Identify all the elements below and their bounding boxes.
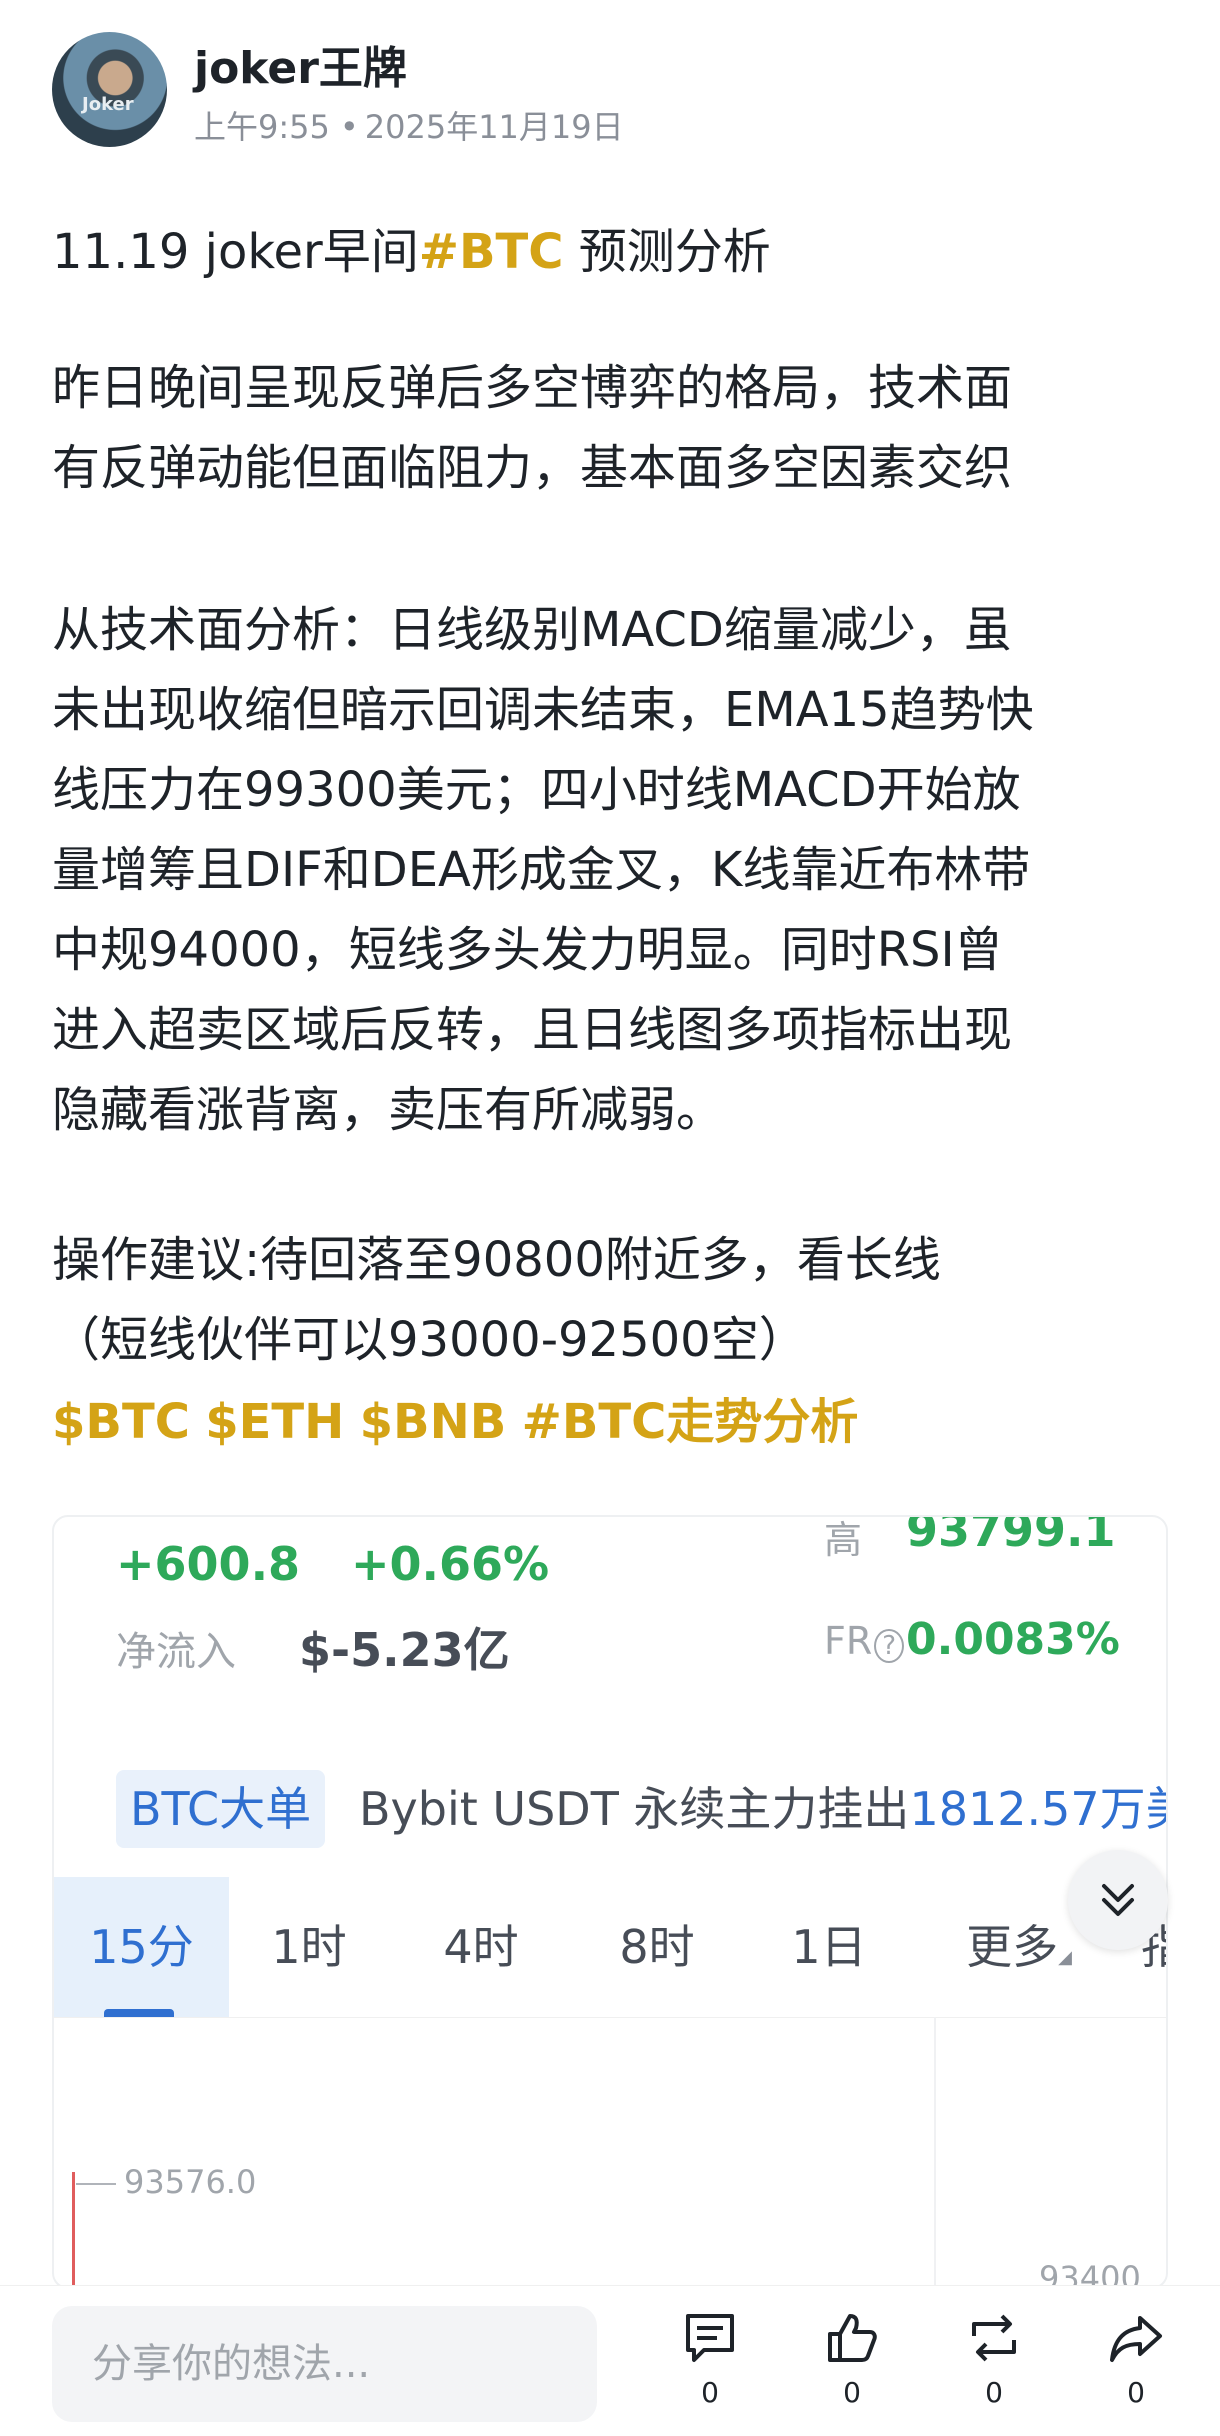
avatar-text: Joker [82,94,134,115]
high-label: 高 [824,1518,863,1562]
collapse-button[interactable] [1068,1850,1168,1950]
meta-separator: • [339,108,359,146]
price-change-percent: +0.66% [351,1537,550,1591]
share-button[interactable]: 0 [1096,2310,1176,2409]
timeframe-tabs: 15分 1时 4时 8时 1日 更多◢ 指 [54,1877,1166,2018]
fr-value: 0.0083% [906,1614,1120,1665]
candle-wick [72,2172,75,2287]
cashtag-eth[interactable]: $ETH [205,1394,344,1450]
comment-input[interactable]: 分享你的想法... [52,2306,597,2422]
text-line: 昨日晚间呈现反弹后多空博弈的格局，技术面 [52,360,1013,416]
title-suffix: 预测分析 [563,224,771,280]
text-line: 隐藏看涨背离，卖压有所减弱。 [52,1082,725,1138]
like-count: 0 [843,2376,861,2409]
big-order-text: Bybit USDT 永续主力挂出1812.57万美 [359,1782,1168,1836]
comment-icon [686,2314,734,2362]
title-prefix: 11.19 joker早间 [52,224,419,280]
chart-vertical-divider [934,2017,936,2287]
like-button[interactable]: 0 [812,2310,892,2409]
repost-count: 0 [985,2376,1003,2409]
bottom-action-bar: 分享你的想法... 0 0 0 0 [0,2285,1220,2436]
price-high-label: 93576.0 [124,2163,257,2201]
high-value: 93799.1 [906,1515,1116,1557]
active-tab-indicator [104,2009,174,2017]
post-date: 2025年11月19日 [364,108,624,146]
hashtag-btc-trend[interactable]: #BTC走势分析 [522,1394,859,1450]
netflow-label: 净流入 [116,1629,236,1675]
text-line: 量增筹且DIF和DEA形成金叉，K线靠近布林带 [52,842,1031,898]
text-line: 中规94000，短线多头发力明显。同时RSI曾 [52,922,1003,978]
text-line: 有反弹动能但面临阻力，基本面多空因素交织 [52,440,1013,496]
cashtag-btc[interactable]: $BTC [52,1394,190,1450]
paragraph-2: 从技术面分析：日线级别MACD缩量减少，虽 未出现收缩但暗示回调未结束，EMA1… [52,590,1172,1150]
repost-button[interactable]: 0 [954,2310,1034,2409]
netflow-value: $-5.23亿 [299,1623,510,1677]
double-chevron-down-icon [1102,1884,1134,1916]
big-order-badge[interactable]: BTC大单 [116,1770,326,1848]
author-name[interactable]: joker王牌 [194,32,407,96]
share-count: 0 [1127,2376,1145,2409]
tab-1h[interactable]: 1时 [254,1877,364,2017]
post-title: 11.19 joker早间#BTC 预测分析 [52,212,1172,292]
share-arrow-icon [1110,2316,1162,2362]
comment-button[interactable]: 0 [670,2310,750,2409]
info-icon[interactable]: ? [874,1629,905,1663]
cashtag-bnb[interactable]: $BNB [360,1394,507,1450]
text-line: （短线伙伴可以93000-92500空） [52,1312,807,1368]
comment-count: 0 [701,2376,719,2409]
price-marker-line [76,2183,116,2185]
cashtag-line: $BTC $ETH $BNB #BTC走势分析 [52,1382,1172,1462]
tab-1d[interactable]: 1日 [774,1877,884,2017]
paragraph-1: 昨日晚间呈现反弹后多空博弈的格局，技术面 有反弹动能但面临阻力，基本面多空因素交… [52,348,1172,508]
post-meta: 上午9:55 • 2025年11月19日 [194,102,624,148]
text-line: 进入超卖区域后反转，且日线图多项指标出现 [52,1002,1013,1058]
dropdown-triangle-icon: ◢ [1058,1947,1072,1968]
market-card[interactable]: +600.8 +0.66% 高 93799.1 净流入 $-5.23亿 FR? … [52,1515,1168,2289]
paragraph-3: 操作建议:待回落至90800附近多，看长线 （短线伙伴可以93000-92500… [52,1220,1172,1380]
repost-icon [972,2314,1016,2362]
tab-4h[interactable]: 4时 [426,1877,536,2017]
text-line: 操作建议:待回落至90800附近多，看长线 [52,1232,941,1288]
tab-15m[interactable]: 15分 [54,1877,229,2017]
hashtag-btc[interactable]: #BTC [419,224,564,280]
tab-8h[interactable]: 8时 [602,1877,712,2017]
thumbs-up-icon [828,2314,877,2362]
avatar[interactable]: Joker [52,32,167,147]
text-line: 未出现收缩但暗示回调未结束，EMA15趋势快 [52,682,1034,738]
price-change: +600.8 [116,1537,301,1591]
fr-label: FR? [824,1619,905,1663]
text-line: 从技术面分析：日线级别MACD缩量减少，虽 [52,602,1012,658]
tab-more[interactable]: 更多◢ [954,1877,1084,2017]
text-line: 线压力在99300美元；四小时线MACD开始放 [52,762,1021,818]
post-header: Joker joker王牌 上午9:55 • 2025年11月19日 [52,32,1152,152]
post-time: 上午9:55 [194,108,330,146]
